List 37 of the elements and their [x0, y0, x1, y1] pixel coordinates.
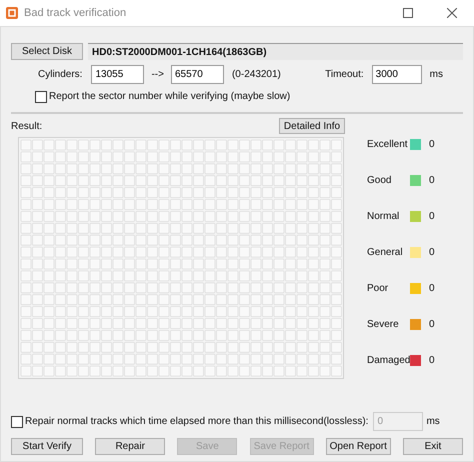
select-disk-button[interactable]: Select Disk: [11, 43, 83, 60]
checkbox-label[interactable]: Report the sector number while verifying (maybe slow): [49, 89, 290, 104]
legend-count: 0: [429, 246, 435, 260]
timeout-label: Timeout:: [325, 68, 364, 82]
action-button[interactable]: Exit: [402, 438, 463, 455]
action-button[interactable]: Start Verify: [11, 438, 83, 455]
disk-name: HD0:ST2000DM001-1CH164(1863GB): [88, 43, 463, 60]
action-button[interactable]: Repair: [95, 438, 166, 455]
timeout-field[interactable]: 3000: [372, 65, 422, 84]
legend-count: 0: [429, 282, 435, 296]
cylinder-to-field[interactable]: 65570: [170, 65, 224, 84]
legend-label: Damaged: [367, 354, 408, 368]
window-title: Bad track verification: [24, 6, 128, 21]
legend-label: Good: [367, 174, 392, 188]
detailed-info-button[interactable]: Detailed Info: [279, 118, 345, 134]
arrow-label: -->: [151, 68, 164, 82]
legend-count: 0: [429, 318, 435, 332]
legend-count: 0: [429, 138, 435, 152]
cylinder-from-field[interactable]: 13055: [91, 65, 144, 84]
unit-label: ms: [430, 68, 443, 82]
legend-label: Severe: [367, 318, 400, 332]
legend-label: General: [367, 246, 404, 260]
legend-label: Normal: [367, 210, 400, 224]
cylinders-label: Cylinders:: [38, 68, 82, 82]
legend-count: 0: [429, 210, 435, 224]
action-button[interactable]: Open Report: [326, 438, 391, 455]
legend-label: Poor: [367, 282, 390, 296]
legend-label: Excellent: [367, 138, 408, 152]
checkbox[interactable]: [35, 90, 47, 102]
unit-label: ms: [426, 415, 440, 429]
close-icon[interactable]: [447, 8, 457, 18]
result-label: Result:: [11, 120, 42, 134]
legend-count: 0: [429, 354, 435, 368]
range-label: (0-243201): [232, 68, 281, 82]
legend-count: 0: [429, 174, 435, 188]
app-icon: [6, 7, 18, 19]
maximize-icon[interactable]: [403, 8, 413, 18]
